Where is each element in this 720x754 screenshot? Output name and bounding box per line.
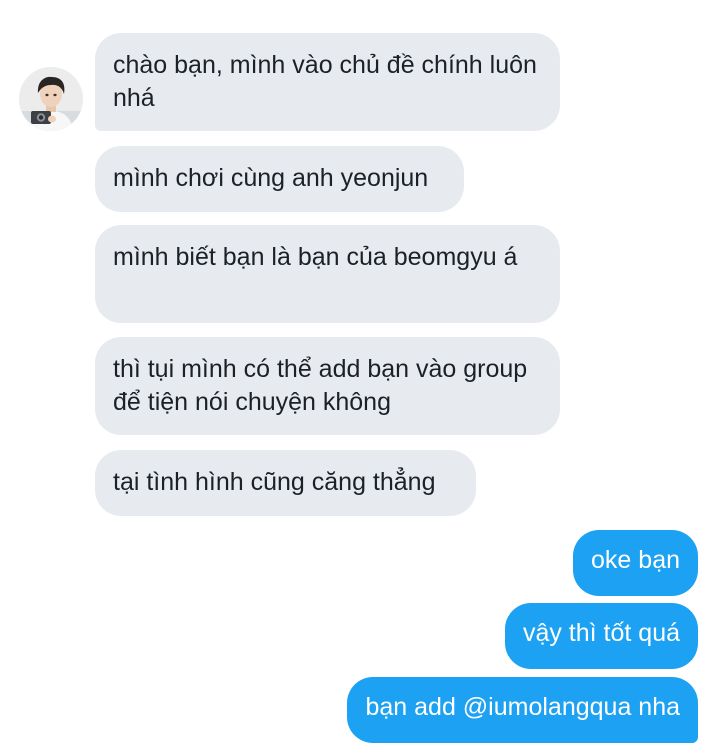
incoming-message-bubble[interactable]: mình biết bạn là bạn của beomgyu á: [95, 225, 560, 323]
message-text: oke bạn: [591, 546, 680, 574]
outgoing-message-bubble[interactable]: bạn add @iumolangqua nha: [347, 677, 698, 743]
incoming-message-bubble[interactable]: chào bạn, mình vào chủ đề chính luôn nhá: [95, 33, 560, 131]
outgoing-message-bubble[interactable]: vậy thì tốt quá: [504, 603, 698, 669]
message-text: tại tình hình cũng căng thẳng: [113, 468, 436, 496]
message-text: mình biết bạn là bạn của beomgyu á: [113, 243, 518, 271]
avatar-photo-icon: [19, 67, 83, 131]
contact-avatar[interactable]: [19, 67, 83, 131]
message-text: chào bạn, mình vào chủ đề chính luôn nhá: [113, 51, 537, 112]
incoming-message-bubble[interactable]: tại tình hình cũng căng thẳng: [95, 450, 476, 516]
incoming-message-bubble[interactable]: thì tụi mình có thể add bạn vào group để…: [95, 337, 560, 435]
message-text: bạn add @iumolangqua nha: [365, 693, 680, 721]
outgoing-message-bubble[interactable]: oke bạn: [573, 530, 698, 596]
message-text: mình chơi cùng anh yeonjun: [113, 164, 429, 192]
message-text: vậy thì tốt quá: [522, 619, 680, 647]
incoming-message-bubble[interactable]: mình chơi cùng anh yeonjun: [95, 146, 464, 212]
message-text: thì tụi mình có thể add bạn vào group để…: [113, 355, 528, 416]
